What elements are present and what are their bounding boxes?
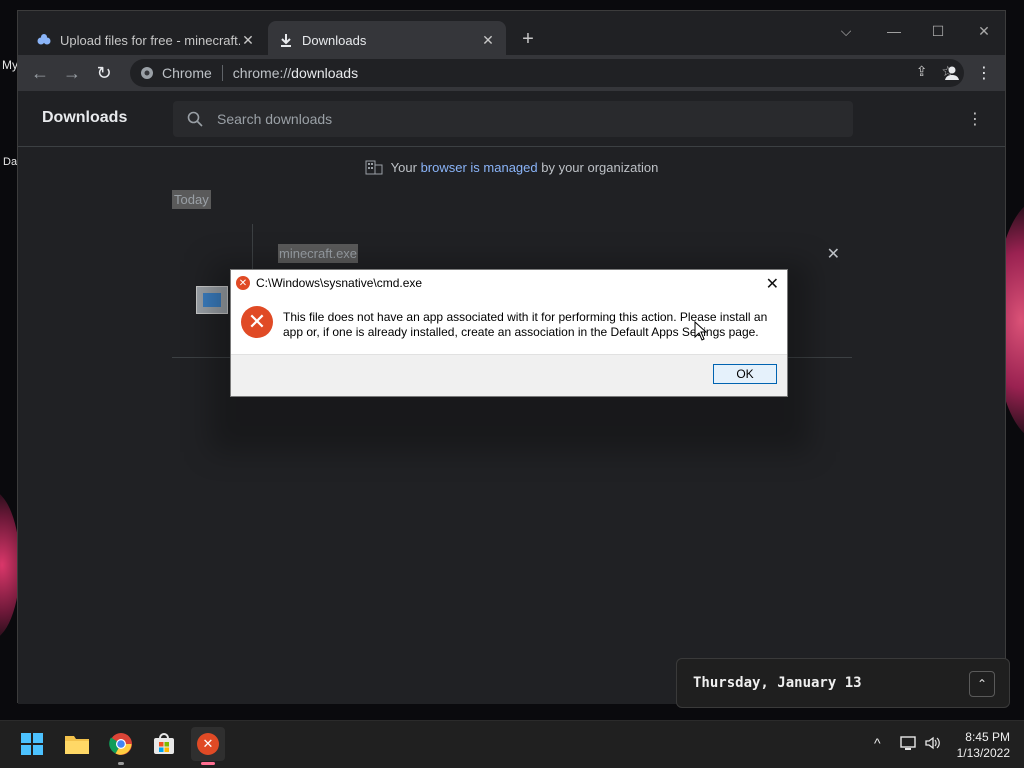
ok-button[interactable]: OK [713,364,777,384]
date-group-label: Today [172,190,211,209]
mouse-cursor-icon [694,321,708,341]
remove-download-icon[interactable]: ✕ [827,244,840,264]
volume-icon[interactable] [924,735,942,754]
downloads-menu-icon[interactable]: ⋮ [967,109,983,129]
url-prefix: chrome:// [232,65,292,81]
dialog-close-icon[interactable]: ✕ [766,274,779,294]
error-app-icon: ✕ [197,733,219,755]
chrome-button[interactable] [104,727,138,765]
network-icon[interactable] [900,735,918,754]
managed-suffix: by your organization [537,159,659,175]
running-indicator [118,762,124,765]
page-title: Downloads [42,109,128,126]
downloads-header: Downloads Search downloads ⋮ [18,91,1005,147]
managed-link[interactable]: browser is managed [421,160,538,175]
desktop-icon-label[interactable]: Da [3,156,17,168]
maximize-button[interactable]: ☐ [924,17,952,45]
error-app-button[interactable]: ✕ [191,727,225,765]
tab-title: Upload files for free - minecraft.e [60,32,240,48]
tab-upload-files[interactable]: Upload files for free - minecraft.e ✕ [26,21,266,59]
error-small-icon: ✕ [236,276,250,290]
clock-time: 8:45 PM [965,730,1010,744]
browser-toolbar: ← → ↻ Chrome chrome://downloads ⇪ ☆ ⋮ [18,55,1005,91]
new-tab-button[interactable]: + [516,27,540,51]
chrome-logo-icon [141,67,153,79]
tab-close-icon[interactable]: ✕ [480,32,496,48]
download-icon [278,32,294,48]
profile-icon[interactable] [938,59,966,87]
dialog-titlebar: ✕ C:\Windows\sysnative\cmd.exe ✕ [231,270,787,296]
chrome-chip-label: Chrome [162,65,212,81]
close-window-button[interactable]: ✕ [970,17,998,45]
tab-strip: Upload files for free - minecraft.e ✕ Do… [18,11,1005,59]
dialog-title: C:\Windows\sysnative\cmd.exe [256,276,423,290]
url-text: chrome://downloads [233,65,358,81]
store-icon [154,733,174,754]
building-icon [365,160,383,175]
store-button[interactable] [147,727,181,761]
clock-date: 1/13/2022 [956,746,1010,760]
start-button[interactable] [15,727,49,761]
search-downloads-input[interactable]: Search downloads [173,101,853,137]
share-icon[interactable]: ⇪ [916,63,928,80]
address-bar[interactable]: Chrome chrome://downloads ⇪ ☆ [130,59,964,87]
download-filename[interactable]: minecraft.exe [278,244,359,263]
omnibox-separator [221,65,223,81]
active-indicator [201,762,215,765]
managed-text: Your browser is managed by your organiza… [391,160,659,175]
start-icon [21,733,43,755]
reload-icon[interactable]: ↻ [90,59,118,87]
menu-kebab-icon[interactable]: ⋮ [970,59,998,87]
show-hidden-icons-chevron-icon[interactable]: ^ [874,735,881,751]
chrome-icon [109,733,132,755]
managed-prefix: Your [390,159,421,175]
tab-search-icon[interactable]: ⌵ [832,17,860,45]
minimize-button[interactable]: — [880,17,908,45]
url-path: downloads [291,65,359,81]
desktop-icon-label[interactable]: My [2,58,18,72]
search-icon [187,111,203,127]
tab-close-icon[interactable]: ✕ [240,32,256,48]
file-explorer-button[interactable] [60,727,94,761]
chevron-up-icon[interactable]: ⌃ [969,671,995,697]
dialog-footer: OK [231,354,787,396]
chrome-chip: Chrome [140,65,212,81]
calendar-flyout: Thursday, January 13 ⌃ [676,658,1010,708]
search-placeholder: Search downloads [217,111,333,127]
managed-notice: Your browser is managed by your organiza… [18,159,1005,175]
taskbar: ✕ ^ 8:45 PM 1/13/2022 [0,720,1024,768]
taskbar-clock[interactable]: 8:45 PM 1/13/2022 [957,729,1010,761]
forward-arrow-icon[interactable]: → [58,59,86,87]
tab-title: Downloads [302,32,367,48]
back-arrow-icon[interactable]: ← [26,59,54,87]
tab-downloads[interactable]: Downloads ✕ [268,21,506,59]
file-explorer-icon [65,736,89,754]
upload-site-icon [36,32,52,48]
error-icon: ✕ [241,306,273,338]
calendar-date: Thursday, January 13 [693,675,862,691]
